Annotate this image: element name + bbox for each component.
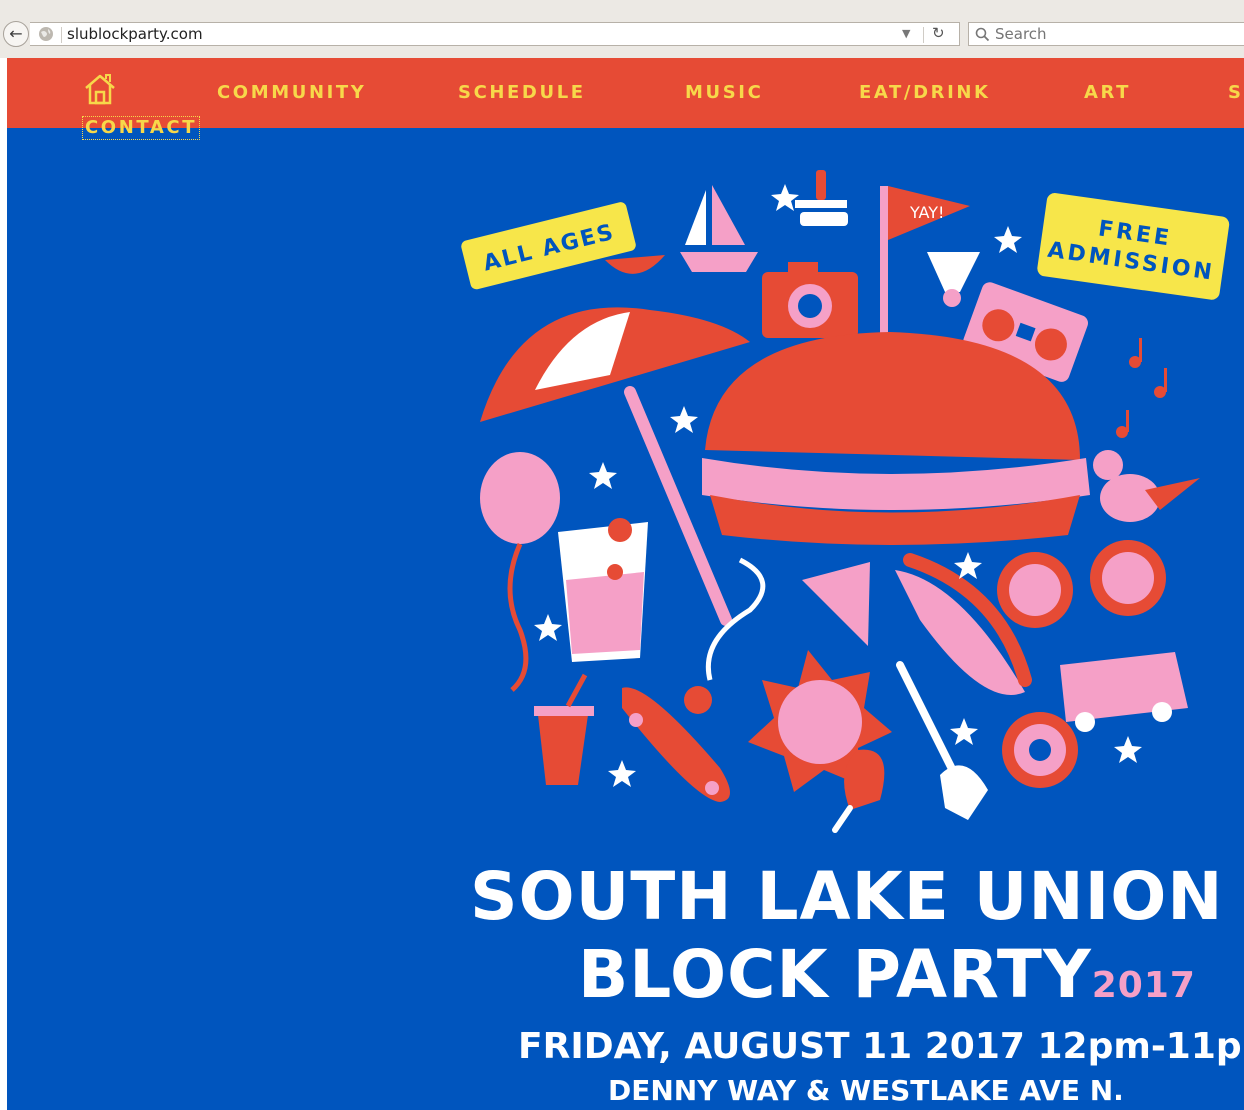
nav-schedule[interactable]: SCHEDULE xyxy=(458,82,586,103)
block-party-illustration: ALL AGES YAY! FREE ADMISSION xyxy=(461,170,1230,833)
microphone-icon xyxy=(684,557,766,714)
nav-truncated-item[interactable]: S xyxy=(1228,82,1244,103)
sunglasses-icon xyxy=(997,540,1166,628)
history-dropdown-icon[interactable]: ▼ xyxy=(902,27,910,40)
home-icon[interactable] xyxy=(83,72,117,106)
nav-art[interactable]: ART xyxy=(1084,82,1131,103)
title-block-party: BLOCK PARTY xyxy=(578,936,1092,1013)
nav-community[interactable]: COMMUNITY xyxy=(217,82,366,103)
watermelon-icon xyxy=(605,255,665,274)
balloon-icon xyxy=(480,452,560,692)
nav-music[interactable]: MUSIC xyxy=(685,82,763,103)
event-location: DENNY WAY & WESTLAKE AVE N. xyxy=(608,1074,1124,1107)
all-ages-badge: ALL AGES xyxy=(461,202,636,290)
reload-icon[interactable]: ↻ xyxy=(932,24,945,42)
address-bar[interactable]: slublockparty.com ▼ ↻ xyxy=(30,22,960,46)
nav-eat-drink[interactable]: EAT/DRINK xyxy=(859,82,991,103)
event-date: FRIDAY, AUGUST 11 2017 12pm-11pm xyxy=(518,1026,1244,1067)
browser-toolbar: ← slublockparty.com ▼ ↻ xyxy=(0,0,1244,59)
free-admission-badge: FREE ADMISSION xyxy=(1037,193,1230,300)
page-title-line1: SOUTH LAKE UNION xyxy=(470,858,1224,935)
sailboat-icon xyxy=(680,185,758,272)
url-text[interactable]: slublockparty.com xyxy=(67,25,203,43)
camera-icon xyxy=(762,262,858,338)
flag-text: YAY! xyxy=(909,203,944,222)
skateboard-icon xyxy=(622,687,730,802)
search-input[interactable] xyxy=(995,25,1235,43)
pizza-slice-icon xyxy=(802,562,870,646)
url-separator xyxy=(923,27,924,43)
paint-roller-icon xyxy=(795,170,848,226)
music-notes-icon xyxy=(1116,338,1167,438)
page-title-line2: BLOCK PARTY2017 xyxy=(578,936,1196,1025)
donut-icon xyxy=(1002,712,1078,788)
title-year: 2017 xyxy=(1091,965,1196,1006)
bird-icon xyxy=(1093,450,1200,522)
fork-icon xyxy=(896,661,988,820)
search-icon xyxy=(975,27,990,42)
back-arrow-icon[interactable]: ← xyxy=(3,21,29,47)
nav-contact[interactable]: CONTACT xyxy=(81,116,201,140)
milkshake-icon xyxy=(558,518,648,662)
url-divider xyxy=(61,27,62,43)
shuttlecock-icon xyxy=(927,252,980,307)
search-bar[interactable] xyxy=(968,22,1244,46)
page-left-edge xyxy=(0,58,7,1110)
globe-icon xyxy=(39,27,53,41)
food-truck-icon xyxy=(1060,652,1188,732)
soda-cup-icon xyxy=(534,673,594,785)
